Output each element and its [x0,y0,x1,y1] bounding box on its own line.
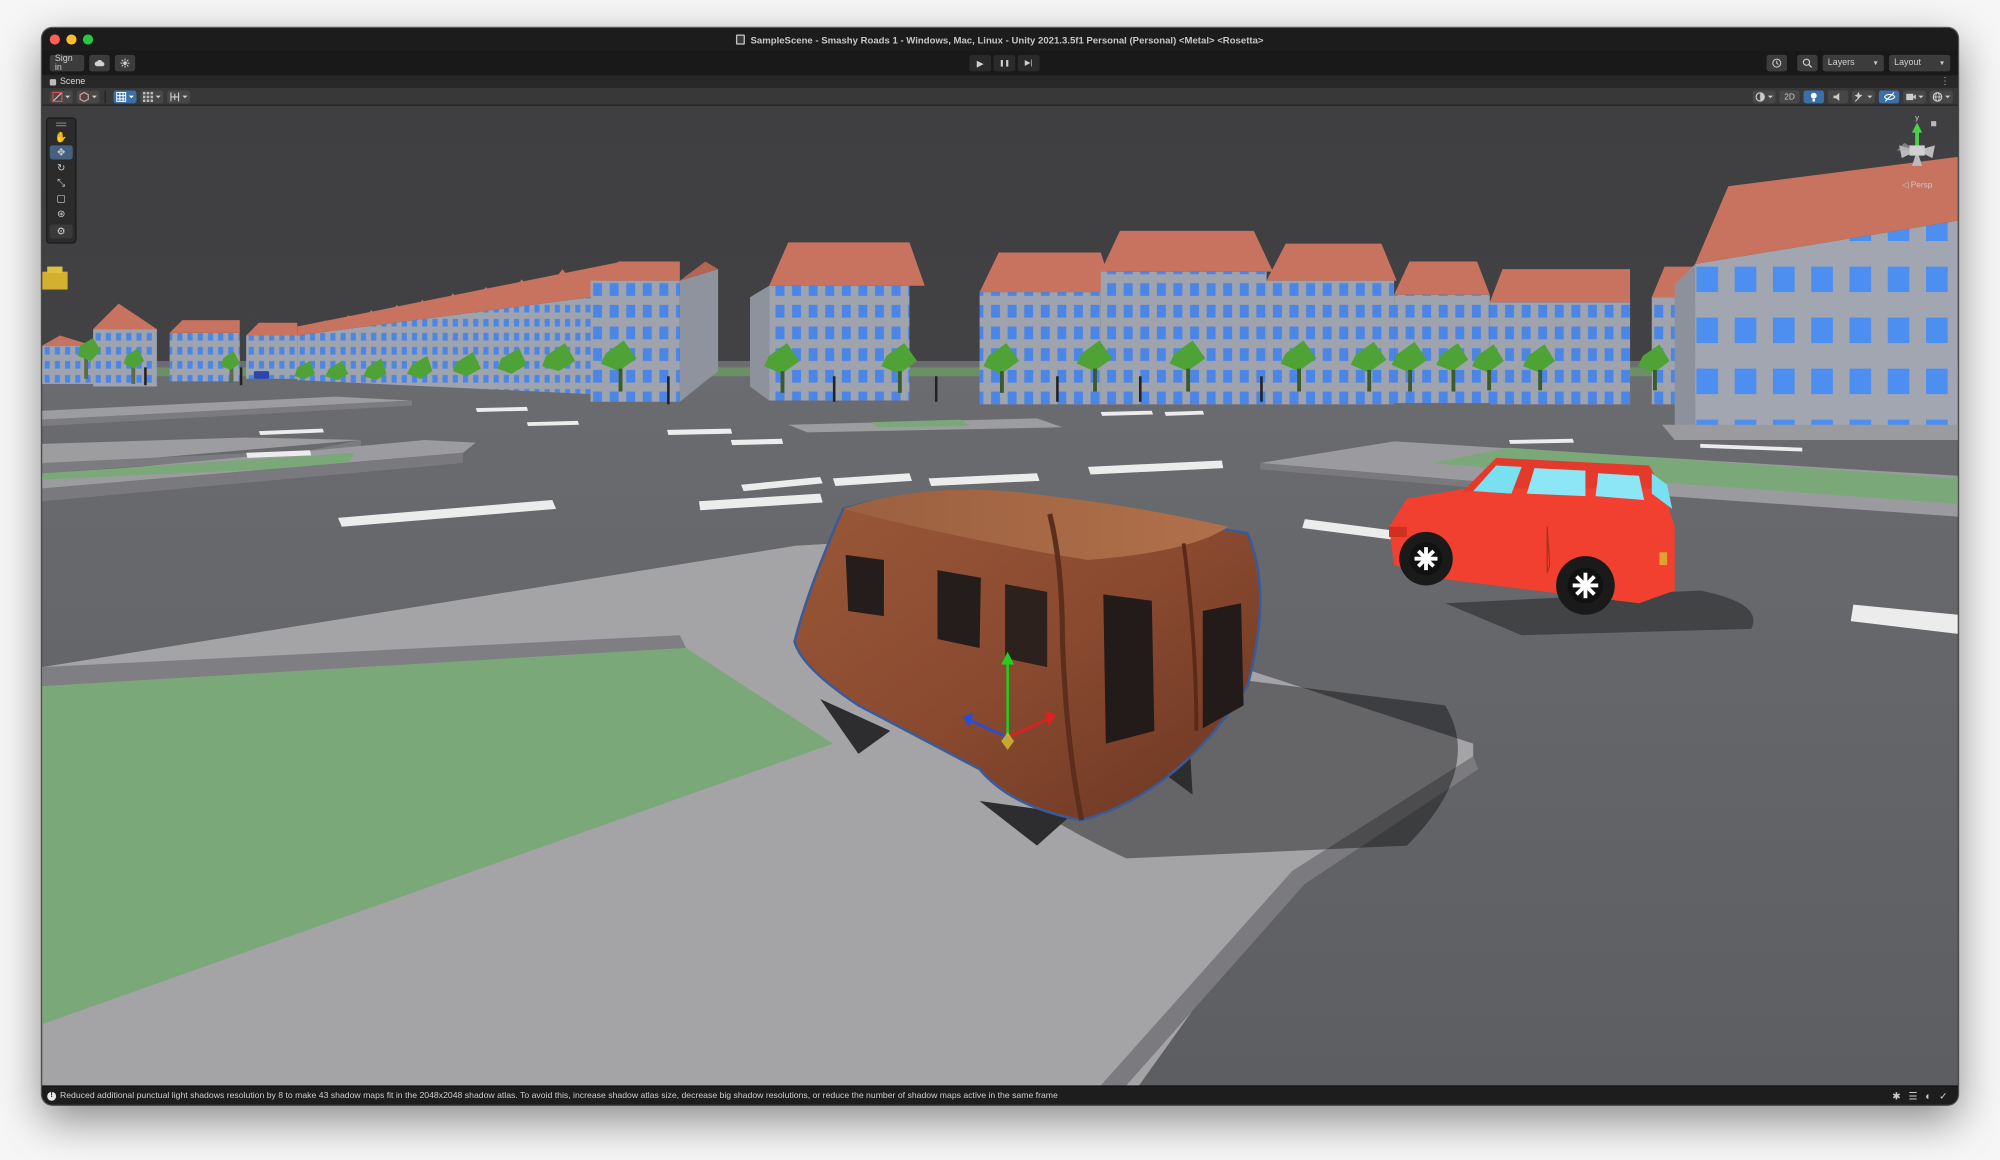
transform-tool-icon: ⊛ [56,207,66,220]
audio-icon [1833,92,1840,102]
move-tool-button[interactable]: ✥ [49,145,73,160]
main-toolbar: Sign in ▶ ❚❚ ▶| Layers ▼ Layout ▼ [42,51,1958,76]
toolbar-right: Layers ▼ Layout ▼ [1761,54,1951,72]
persp-toggle[interactable]: ◁ Persp [1902,180,1932,190]
custom-tool-button[interactable]: ⚙ [49,224,73,239]
orientation-gizmo[interactable]: y [1889,112,1945,183]
minimize-window-button[interactable] [66,34,77,45]
close-window-button[interactable] [49,34,60,45]
camera-icon [1906,93,1924,101]
hand-tool-icon: ✋ [54,131,68,143]
overlay-grip[interactable] [56,122,67,127]
hidden-objects-icon [1883,92,1895,102]
sign-in-button[interactable]: Sign in [49,54,85,73]
draw-mode-dropdown[interactable] [49,89,73,103]
render-mode-icon [1755,92,1773,102]
search-button[interactable] [1797,54,1818,72]
axis-gizmo-icon: y [1896,113,1937,166]
chevron-down-icon: ▼ [1938,59,1946,67]
pivot-dropdown[interactable] [167,89,191,103]
persp-label: ◁ Persp [1902,181,1933,191]
2d-toggle[interactable]: 2D [1779,90,1800,104]
search-icon [1802,58,1813,68]
rotate-tool-button[interactable]: ↻ [49,160,73,175]
chevron-down-icon: ▼ [1872,59,1879,67]
unity-editor-window: SampleScene - Smashy Roads 1 - Windows, … [42,28,1958,1105]
rect-tool-icon: ▢ [56,192,67,205]
history-icon [1772,58,1782,68]
sign-in-label: Sign in [54,54,73,73]
draw-mode-icon [52,91,71,102]
gizmos-dropdown[interactable] [1929,90,1953,104]
scene-viewport[interactable]: ✋ ✥ ↻ ⤡ ▢ ⊛ ⚙ y ◁ Persp [42,105,1958,1086]
move-tool-icon: ✥ [56,146,66,159]
layout-dropdown[interactable]: Layout ▼ [1889,54,1951,72]
document-icon [736,34,746,45]
increment-snap-icon [142,91,161,102]
tab-menu-button[interactable]: ⋮ [1940,75,1950,88]
window-title-text: SampleScene - Smashy Roads 1 - Windows, … [750,33,1264,46]
scene-tab-icon [49,78,57,85]
shading-dropdown[interactable] [76,89,100,103]
rotate-tool-icon: ↻ [56,161,66,174]
scene-tab-bar: Scene ⋮ [42,75,1958,89]
hand-tool-button[interactable]: ✋ [49,130,73,145]
effects-dropdown[interactable] [1852,90,1875,104]
play-icon: ▶ [976,59,984,69]
title-bar: SampleScene - Smashy Roads 1 - Windows, … [42,28,1958,52]
tools-overlay: ✋ ✥ ↻ ⤡ ▢ ⊛ ⚙ [45,117,77,244]
window-title: SampleScene - Smashy Roads 1 - Windows, … [736,33,1264,46]
window-controls [49,34,94,45]
cloud-icon [94,59,105,67]
2d-label: 2D [1784,92,1795,102]
layers-label: Layers [1827,58,1855,68]
undo-history-button[interactable] [1766,54,1787,72]
gizmo-y-label: y [1915,113,1919,122]
step-icon: ▶| [1024,59,1033,68]
hidden-objects-toggle[interactable] [1878,90,1900,104]
step-button[interactable]: ▶| [1017,54,1040,72]
status-icons: ✱ ☰ ◐ ✓ [1892,1091,1947,1102]
collab-icon [120,58,130,68]
pause-button[interactable]: ❚❚ [993,54,1016,72]
lighting-status-icon[interactable]: ◐ [1925,1091,1931,1102]
check-icon[interactable]: ✓ [1939,1091,1948,1102]
info-icon: ! [47,1091,57,1101]
camera-dropdown[interactable] [1903,90,1927,104]
effects-icon [1854,91,1873,102]
grid-snap-dropdown[interactable] [113,89,137,103]
collab-button[interactable] [114,54,136,72]
zoom-window-button[interactable] [82,34,94,45]
pivot-icon [170,91,188,101]
rect-tool-button[interactable]: ▢ [49,191,73,206]
pause-icon: ❚❚ [999,59,1010,67]
debug-icon[interactable]: ✱ [1892,1091,1901,1102]
increment-snap-dropdown[interactable] [140,89,164,103]
console-message[interactable]: Reduced additional punctual light shadow… [60,1091,1058,1100]
status-bar[interactable]: ! Reduced additional punctual light shad… [42,1085,1958,1105]
grid-snap-icon [116,91,134,102]
play-button[interactable]: ▶ [969,54,992,72]
lighting-icon [1810,92,1817,102]
lighting-toggle[interactable] [1803,90,1824,104]
play-controls: ▶ ❚❚ ▶| [969,54,1040,72]
shading-icon [79,91,97,102]
transform-tool-button[interactable]: ⊛ [49,206,73,221]
progress-icon[interactable]: ☰ [1909,1091,1918,1102]
scene-toolbar-right: 2D [1749,90,1953,104]
cloud-button[interactable] [89,54,110,72]
layout-label: Layout [1894,58,1921,68]
toolbar-separator [104,89,106,103]
gizmos-icon [1932,92,1951,102]
render-mode-dropdown[interactable] [1752,90,1776,104]
scale-tool-icon: ⤡ [57,177,66,189]
distant-blue-car [253,371,270,379]
layers-dropdown[interactable]: Layers ▼ [1822,54,1884,72]
scale-tool-button[interactable]: ⤡ [49,176,73,191]
tab-scene[interactable]: Scene [60,77,85,86]
scene-view-toolbar: 2D [42,88,1958,106]
audio-toggle[interactable] [1827,90,1849,104]
scene-render[interactable] [42,105,1958,1086]
custom-tool-icon: ⚙ [56,225,66,238]
